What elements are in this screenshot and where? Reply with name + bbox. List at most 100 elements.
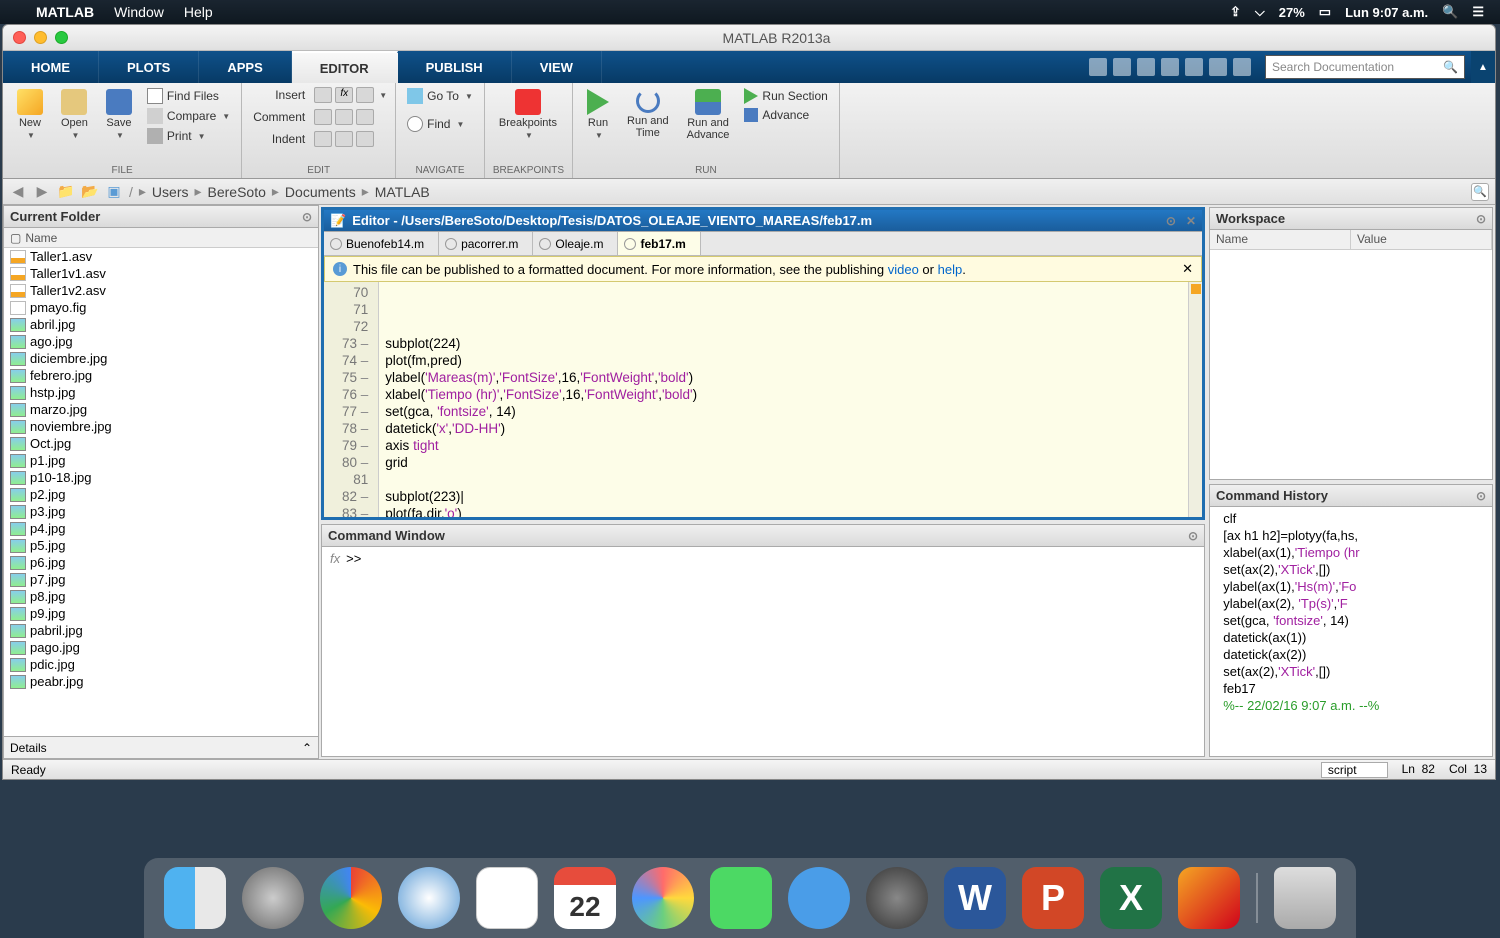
advance-button[interactable]: Advance xyxy=(741,107,830,123)
qat-cut-icon[interactable] xyxy=(1113,58,1131,76)
print-button[interactable]: Print▼ xyxy=(144,127,233,145)
run-time-button[interactable]: Run and Time xyxy=(621,87,675,141)
dock-launchpad-icon[interactable] xyxy=(242,867,304,929)
path-search-icon[interactable]: 🔍 xyxy=(1471,183,1489,201)
spotlight-icon[interactable]: 🔍 xyxy=(1442,4,1458,20)
file-item[interactable]: p10-18.jpg xyxy=(4,469,318,486)
history-line[interactable]: [ax h1 h2]=plotyy(fa,hs, xyxy=(1216,528,1486,545)
comment-wrap-icon[interactable] xyxy=(356,109,374,125)
code-minimap[interactable] xyxy=(1188,282,1202,517)
comment-remove-icon[interactable] xyxy=(335,109,353,125)
file-item[interactable]: diciembre.jpg xyxy=(4,350,318,367)
dock-chrome-icon[interactable] xyxy=(320,867,382,929)
comment-add-icon[interactable] xyxy=(314,109,332,125)
file-item[interactable]: Taller1v2.asv xyxy=(4,282,318,299)
infobar-close-icon[interactable]: ✕ xyxy=(1182,261,1193,277)
file-item[interactable]: pmayo.fig xyxy=(4,299,318,316)
insert-fx-icon[interactable]: fx xyxy=(335,87,353,103)
history-line[interactable]: datetick(ax(1)) xyxy=(1216,630,1486,647)
file-item[interactable]: p1.jpg xyxy=(4,452,318,469)
run-button[interactable]: Run▼ xyxy=(581,87,615,142)
indent-smart-icon[interactable] xyxy=(356,131,374,147)
dock-photos-icon[interactable] xyxy=(632,867,694,929)
editor-tab[interactable]: pacorrer.m xyxy=(439,232,533,255)
panel-menu-icon[interactable]: ⊙ xyxy=(1188,529,1198,543)
file-item[interactable]: peabr.jpg xyxy=(4,673,318,690)
qat-paste-icon[interactable] xyxy=(1161,58,1179,76)
minimize-icon[interactable] xyxy=(34,31,47,44)
details-expand-icon[interactable]: ⌃ xyxy=(302,741,312,755)
qat-copy-icon[interactable] xyxy=(1137,58,1155,76)
command-history-body[interactable]: clf [ax h1 h2]=plotyy(fa,hs, xlabel(ax(1… xyxy=(1210,507,1492,756)
file-item[interactable]: p9.jpg xyxy=(4,605,318,622)
back-icon[interactable]: ◀ xyxy=(9,183,27,201)
editor-close-icon[interactable]: ✕ xyxy=(1186,214,1196,228)
menu-window[interactable]: Window xyxy=(114,4,164,20)
tab-home[interactable]: HOME xyxy=(3,51,99,83)
file-item[interactable]: pdic.jpg xyxy=(4,656,318,673)
file-item[interactable]: p5.jpg xyxy=(4,537,318,554)
find-button[interactable]: Find▼ xyxy=(404,115,476,133)
menu-icon[interactable]: ☰ xyxy=(1472,4,1484,20)
breakpoints-button[interactable]: Breakpoints▼ xyxy=(493,87,563,142)
details-label[interactable]: Details xyxy=(10,741,47,755)
ws-value-col[interactable]: Value xyxy=(1351,230,1492,249)
find-files-button[interactable]: Find Files xyxy=(144,87,233,105)
drive-icon[interactable]: ▣ xyxy=(105,183,123,201)
name-column[interactable]: Name xyxy=(25,231,57,245)
insert-more-icon[interactable] xyxy=(356,87,374,103)
file-item[interactable]: ago.jpg xyxy=(4,333,318,350)
tab-view[interactable]: VIEW xyxy=(512,51,602,83)
compare-button[interactable]: Compare▼ xyxy=(144,107,233,125)
history-line[interactable]: ylabel(ax(2), 'Tp(s)','F xyxy=(1216,596,1486,613)
file-item[interactable]: p4.jpg xyxy=(4,520,318,537)
qat-undo-icon[interactable] xyxy=(1185,58,1203,76)
panel-menu-icon[interactable]: ⊙ xyxy=(1476,212,1486,226)
crumb-users[interactable]: Users xyxy=(152,184,189,200)
zoom-icon[interactable] xyxy=(55,31,68,44)
file-item[interactable]: Taller1.asv xyxy=(4,248,318,265)
crumb-documents[interactable]: Documents xyxy=(285,184,356,200)
dock-excel-icon[interactable]: X xyxy=(1100,867,1162,929)
history-line[interactable]: clf xyxy=(1216,511,1486,528)
app-name[interactable]: MATLAB xyxy=(36,4,94,20)
file-list[interactable]: Taller1.asvTaller1v1.asvTaller1v2.asvpma… xyxy=(4,248,318,736)
dock-appstore-icon[interactable] xyxy=(788,867,850,929)
run-advance-button[interactable]: Run and Advance xyxy=(681,87,736,143)
dock-matlab-icon[interactable] xyxy=(1178,867,1240,929)
panel-menu-icon[interactable]: ⊙ xyxy=(302,210,312,224)
file-item[interactable]: p6.jpg xyxy=(4,554,318,571)
qat-redo-icon[interactable] xyxy=(1209,58,1227,76)
qat-save-icon[interactable] xyxy=(1089,58,1107,76)
workspace-body[interactable] xyxy=(1210,250,1492,479)
dock-finder-icon[interactable] xyxy=(164,867,226,929)
battery-icon[interactable]: ▭ xyxy=(1319,4,1331,20)
panel-menu-icon[interactable]: ⊙ xyxy=(1476,489,1486,503)
history-line[interactable]: datetick(ax(2)) xyxy=(1216,647,1486,664)
history-line[interactable]: ylabel(ax(1),'Hs(m)','Fo xyxy=(1216,579,1486,596)
clock[interactable]: Lun 9:07 a.m. xyxy=(1345,5,1428,20)
file-item[interactable]: Oct.jpg xyxy=(4,435,318,452)
dock-calendar-icon[interactable]: 22 xyxy=(554,867,616,929)
indent-dec-icon[interactable] xyxy=(335,131,353,147)
history-line[interactable]: set(ax(2),'XTick',[]) xyxy=(1216,562,1486,579)
file-item[interactable]: marzo.jpg xyxy=(4,401,318,418)
search-input[interactable]: Search Documentation 🔍 xyxy=(1265,55,1465,79)
command-window-input[interactable]: fx>> xyxy=(322,547,1204,756)
tab-editor[interactable]: EDITOR xyxy=(292,51,398,83)
browse-icon[interactable]: 📂 xyxy=(81,183,99,201)
file-item[interactable]: pabril.jpg xyxy=(4,622,318,639)
file-item[interactable]: p8.jpg xyxy=(4,588,318,605)
editor-tab[interactable]: Oleaje.m xyxy=(533,232,618,255)
goto-button[interactable]: Go To▼ xyxy=(404,87,476,105)
wifi-icon[interactable]: ⌵ xyxy=(1255,4,1265,20)
file-item[interactable]: pago.jpg xyxy=(4,639,318,656)
history-line[interactable]: %-- 22/02/16 9:07 a.m. --% xyxy=(1216,698,1486,715)
fx-icon[interactable]: fx xyxy=(330,551,340,752)
insert-section-icon[interactable] xyxy=(314,87,332,103)
code-area[interactable]: 707172737475767778798081828384858687 sub… xyxy=(324,282,1202,517)
file-item[interactable]: febrero.jpg xyxy=(4,367,318,384)
ws-name-col[interactable]: Name xyxy=(1210,230,1351,249)
dock-safari-icon[interactable] xyxy=(398,867,460,929)
file-item[interactable]: noviembre.jpg xyxy=(4,418,318,435)
